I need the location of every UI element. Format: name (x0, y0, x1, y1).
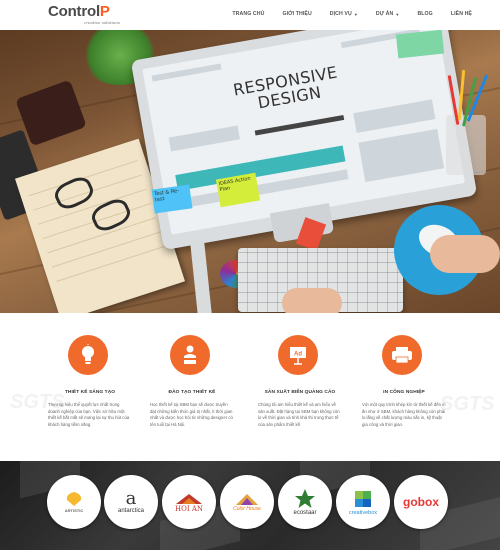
service-description: Với một quy trình khép kín từ thiết kế đ… (362, 402, 446, 427)
site-header: ControlP creative solutions TRANG CHỦ GI… (0, 0, 500, 30)
artistic-logo-icon (66, 492, 82, 506)
printer-icon (382, 335, 422, 375)
service-title[interactable]: IN CÔNG NGHIỆP (362, 390, 446, 395)
nav-item-about[interactable]: GIỚI THIỆU (282, 11, 311, 17)
nav-item-home[interactable]: TRANG CHỦ (232, 11, 264, 17)
service-title[interactable]: ĐÀO TẠO THIẾT KẾ (150, 390, 234, 395)
hand-image (282, 288, 342, 313)
ecostaar-logo-icon (295, 489, 315, 508)
logo[interactable]: ControlP (48, 3, 110, 20)
hand-image (430, 235, 500, 273)
client-logo-colorhouse[interactable]: Color House (220, 475, 274, 529)
nav-item-projects[interactable]: DỰ ÁN ▼ (376, 11, 400, 17)
caret-down-icon: ▼ (395, 11, 400, 17)
creativebox-logo-icon (355, 491, 371, 507)
presenter-icon (170, 335, 210, 375)
antarctica-logo-icon: a (125, 488, 137, 509)
services-section: SGTS SGTS THIẾT KẾ SÁNG TẠO Thương hiệu … (0, 313, 500, 461)
client-logo-antarctica[interactable]: a antarctica (104, 475, 158, 529)
service-title[interactable]: SẢN XUẤT BIỂN QUẢNG CÁO (258, 390, 342, 395)
ruler-image (189, 237, 215, 313)
nav-item-contact[interactable]: LIÊN HỆ (451, 11, 472, 17)
lightbulb-icon (68, 335, 108, 375)
svg-text:Ad: Ad (294, 352, 302, 358)
screen-headline: RESPONSIVE DESIGN (231, 62, 339, 113)
hoian-logo-icon (176, 494, 202, 504)
service-title[interactable]: THIẾT KẾ SÁNG TẠO (48, 390, 132, 395)
nav-item-services[interactable]: DỊCH VỤ ▼ (330, 11, 358, 17)
service-description: Thương hiệu thể quyết lực nhất trong doa… (48, 402, 130, 427)
nav-item-blog[interactable]: BLOG (417, 11, 432, 17)
sticky-note (395, 30, 445, 59)
client-logo-artistic[interactable]: ARTISTIC (47, 475, 101, 529)
client-logo-gobox[interactable]: gobox (394, 475, 448, 529)
watermark: SGTS (440, 393, 495, 415)
clients-section: ARTISTIC a antarctica HOI AN Color House… (0, 461, 500, 550)
pencil-cup-image (446, 69, 489, 175)
client-logo-ecostaar[interactable]: ecostaar (278, 475, 332, 529)
colorhouse-logo-icon (236, 494, 258, 505)
service-description: Học thiết kế tại SBM bạn sẽ được truyền … (150, 402, 233, 427)
caret-down-icon: ▼ (353, 11, 358, 17)
ad-sign-icon: Ad (278, 335, 318, 375)
logo-subtitle: creative solutions (84, 20, 120, 25)
client-logo-hoian[interactable]: HOI AN (162, 475, 216, 529)
client-logo-creativebox[interactable]: creativebox (336, 475, 390, 529)
wallet-image (15, 79, 87, 147)
service-description: Chúng tôi am hiểu thiết kế và am hiểu về… (258, 402, 340, 427)
main-nav: TRANG CHỦ GIỚI THIỆU DỊCH VỤ ▼ DỰ ÁN ▼ BLO… (214, 11, 472, 17)
hero-banner: RESPONSIVE DESIGN Test & Re-test IDEAS A… (0, 30, 500, 313)
